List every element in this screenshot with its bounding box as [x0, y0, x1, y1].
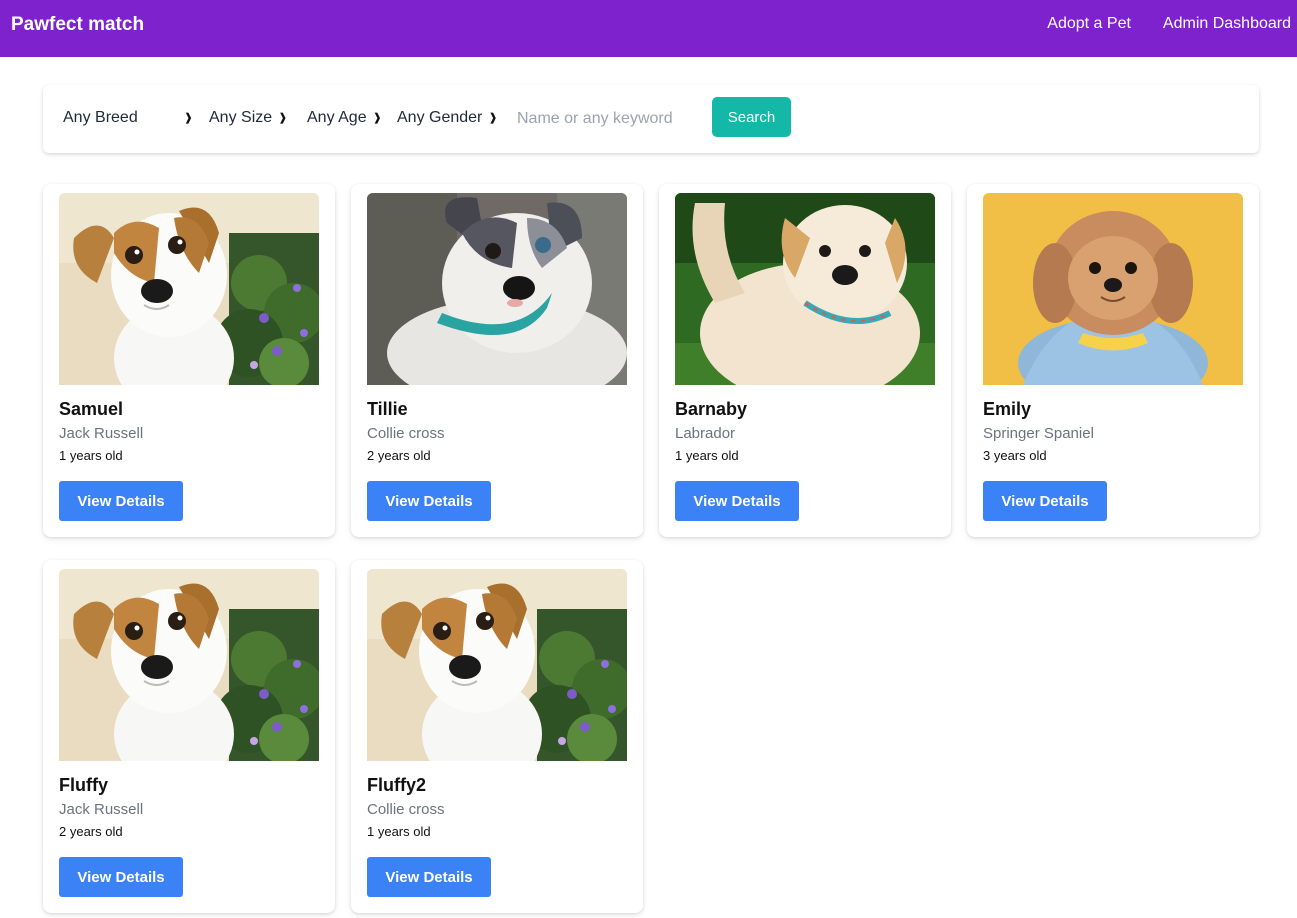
pet-age: 2 years old [367, 448, 431, 463]
breed-select-value: Any Breed [63, 109, 138, 126]
pet-age: 3 years old [983, 448, 1047, 463]
pet-breed: Collie cross [367, 425, 445, 442]
size-select[interactable]: Any Size ❱ [209, 107, 287, 129]
chevron-down-icon: ❱ [278, 111, 288, 124]
nav-adopt-a-pet[interactable]: Adopt a Pet [1047, 14, 1131, 34]
chevron-down-icon: ❱ [488, 111, 498, 124]
search-filter-panel: Any Breed ❱ Any Size ❱ Any Age ❱ Any Gen… [43, 85, 1259, 153]
pet-age: 1 years old [59, 448, 123, 463]
keyword-search-input[interactable] [515, 105, 699, 133]
chevron-down-icon: ❱ [183, 111, 193, 124]
view-details-button[interactable]: View Details [59, 481, 183, 521]
pet-name: Fluffy [59, 775, 108, 795]
pet-photo [59, 569, 319, 761]
view-details-button[interactable]: View Details [367, 857, 491, 897]
search-button[interactable]: Search [712, 97, 791, 137]
chevron-down-icon: ❱ [372, 111, 382, 124]
size-select-value: Any Size [209, 109, 273, 126]
pet-name: Tillie [367, 399, 408, 419]
pet-photo [367, 569, 627, 761]
view-details-button[interactable]: View Details [367, 481, 491, 521]
view-details-button[interactable]: View Details [59, 857, 183, 897]
nav-admin-dashboard[interactable]: Admin Dashboard [1163, 14, 1291, 34]
pet-name: Emily [983, 399, 1032, 419]
view-details-button[interactable]: View Details [983, 481, 1107, 521]
pet-breed: Jack Russell [59, 801, 144, 818]
pet-photo [59, 193, 319, 385]
pet-card: Barnaby Labrador 1 years old View Details [659, 184, 951, 537]
pet-breed: Labrador [675, 425, 736, 442]
pet-photo [675, 193, 935, 385]
age-select[interactable]: Any Age ❱ [307, 107, 382, 129]
pet-photo [367, 193, 627, 385]
pet-card: Emily Springer Spaniel 3 years old View Det… [967, 184, 1259, 537]
pet-card: Fluffy Jack Russell 2 years old View Detail… [43, 560, 335, 913]
pet-name: Barnaby [675, 399, 748, 419]
brand-logo-text[interactable]: Pawfect match [11, 13, 144, 37]
view-details-button[interactable]: View Details [675, 481, 799, 521]
age-select-value: Any Age [307, 109, 367, 126]
gender-select-value: Any Gender [397, 109, 483, 126]
pet-age: 1 years old [367, 824, 431, 839]
pet-age: 1 years old [675, 448, 739, 463]
pet-card: Fluffy2 Collie cross 1 years old View Detai… [351, 560, 643, 913]
pet-name: Fluffy2 [367, 775, 427, 795]
pet-card: Samuel Jack Russell 1 years old View Detail… [43, 184, 335, 537]
pet-photo [983, 193, 1243, 385]
pet-card: Tillie Collie cross 2 years old View Detail… [351, 184, 643, 537]
pet-age: 2 years old [59, 824, 123, 839]
gender-select[interactable]: Any Gender ❱ [397, 107, 498, 129]
pet-name: Samuel [59, 399, 124, 419]
pet-breed: Springer Spaniel [983, 425, 1094, 442]
pet-breed: Jack Russell [59, 425, 144, 442]
nav-links: Adopt a Pet Admin Dashboard [1047, 14, 1291, 34]
top-navbar: Pawfect match Adopt a Pet Admin Dashboar… [0, 0, 1297, 57]
breed-select[interactable]: Any Breed ❱ [63, 107, 193, 129]
pet-breed: Collie cross [367, 801, 445, 818]
